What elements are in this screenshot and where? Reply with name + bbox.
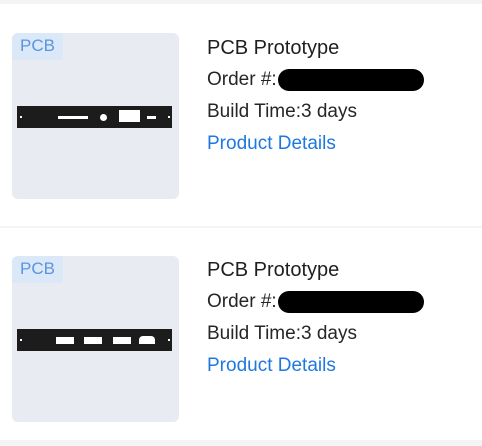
order-number-label: Order #:: [207, 69, 277, 90]
pcb-board-icon: [17, 329, 172, 351]
product-category-badge: PCB: [12, 256, 63, 283]
redacted-order-number: [277, 68, 424, 91]
order-number-row: Order #:: [207, 66, 424, 94]
build-time: Build Time:3 days: [207, 101, 357, 122]
order-info: PCB Prototype Order #: Build Time:3 days…: [207, 256, 424, 380]
order-number-row: Order #:: [207, 288, 424, 316]
product-thumbnail[interactable]: PCB: [12, 33, 179, 199]
product-thumbnail[interactable]: PCB: [12, 256, 179, 422]
order-card: PCB PCB Prototype Order #: Build Time:3 …: [0, 4, 482, 226]
order-list: PCB PCB Prototype Order #: Build Time:3 …: [0, 0, 482, 446]
order-info: PCB Prototype Order #: Build Time:3 days…: [207, 34, 424, 158]
product-category-badge: PCB: [12, 33, 63, 60]
order-number-label: Order #:: [207, 291, 277, 312]
build-time: Build Time:3 days: [207, 323, 357, 344]
product-title: PCB Prototype: [207, 259, 340, 281]
product-details-link[interactable]: Product Details: [207, 352, 424, 380]
pcb-board-icon: [17, 106, 172, 128]
product-title: PCB Prototype: [207, 37, 340, 59]
redacted-order-number: [277, 290, 424, 313]
product-details-link[interactable]: Product Details: [207, 130, 424, 158]
order-card: PCB PCB Prototype Order #: Build Time:3 …: [0, 228, 482, 440]
